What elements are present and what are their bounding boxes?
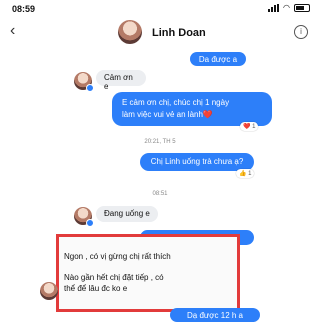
- info-icon[interactable]: i: [294, 25, 308, 39]
- status-icons: ◠: [268, 3, 310, 12]
- battery-icon: [294, 3, 310, 12]
- message-outgoing[interactable]: Da được a: [190, 52, 246, 66]
- quoted-message: Nào gần hết chị đặt tiếp , có thể để lâu…: [64, 272, 164, 294]
- quoted-line: Nào gần hết chị đặt tiếp , có: [64, 273, 164, 282]
- online-dot: [86, 84, 94, 92]
- reaction-badge[interactable]: 👍 1: [236, 169, 255, 178]
- message-incoming[interactable]: Cảm ơn e: [96, 70, 146, 91]
- contact-name[interactable]: Linh Doan: [152, 27, 206, 39]
- message-line: làm việc vui vẻ an lành❤️: [122, 110, 213, 119]
- message-outgoing[interactable]: Chị Linh uống trà chưa ạ?: [140, 153, 254, 171]
- contact-avatar-small[interactable]: [40, 282, 58, 300]
- reaction-badge[interactable]: ❤️ 1: [240, 122, 259, 131]
- message-outgoing[interactable]: E cảm ơn chị, chúc chị 1 ngày làm việc v…: [112, 92, 272, 126]
- quoted-message: Ngon , có vị gừng chị rất thích: [64, 252, 171, 261]
- message-line: E cảm ơn chị, chúc chị 1 ngày: [122, 98, 230, 107]
- quoted-line: thể để lâu đc ko e: [64, 284, 128, 293]
- chat-header: ‹ Linh Doan i: [0, 18, 320, 48]
- timestamp: 08:51: [152, 191, 168, 197]
- back-button[interactable]: ‹: [10, 22, 15, 40]
- wifi-icon: ◠: [283, 3, 290, 12]
- status-time: 08:59: [12, 4, 36, 14]
- status-bar: 08:59 ◠: [0, 0, 320, 18]
- message-incoming[interactable]: Đang uống e: [96, 206, 158, 222]
- online-dot: [86, 219, 94, 227]
- signal-icon: [268, 3, 280, 12]
- timestamp: 20:21, TH 5: [144, 139, 176, 145]
- contact-avatar[interactable]: [118, 20, 142, 44]
